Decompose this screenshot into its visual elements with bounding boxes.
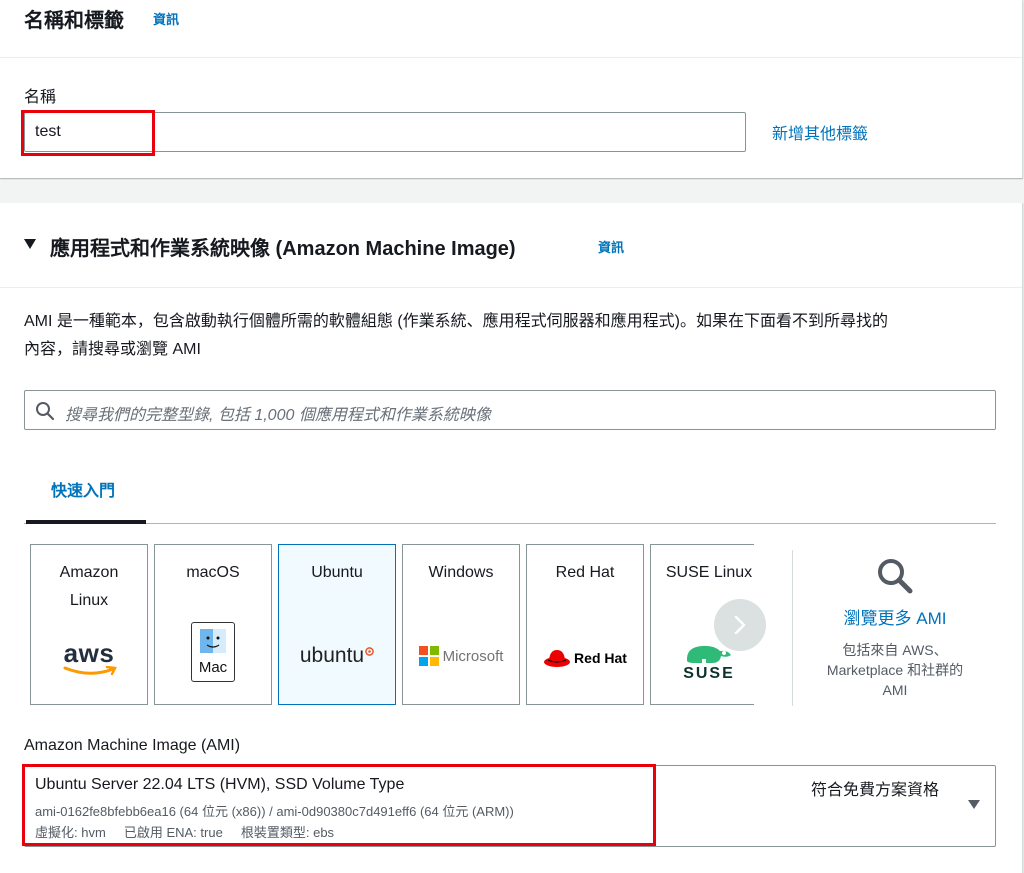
ami-tabs: 快速入門: [24, 443, 996, 524]
name-tags-header: 名稱和標籤 資訊: [0, 0, 1022, 58]
name-input-value: test: [35, 123, 61, 140]
ami-selected-meta: 虛擬化: hvm 已啟用 ENA: true 根裝置類型: ebs: [35, 825, 335, 840]
ami-description: AMI 是一種範本，包含啟動執行個體所需的軟體組態 (作業系統、應用程式伺服器和…: [24, 308, 888, 364]
mac-finder-icon: Mac: [155, 622, 271, 682]
ami-select-label: Amazon Machine Image (AMI): [24, 737, 241, 754]
ami-select-dropdown[interactable]: Ubuntu Server 22.04 LTS (HVM), SSD Volum…: [24, 765, 996, 847]
name-tags-title: 名稱和標籤: [24, 10, 124, 32]
ami-description-line2: 內容，請搜尋或瀏覽 AMI: [24, 341, 201, 358]
chevron-right-icon: [734, 615, 746, 635]
tab-quick-start-label: 快速入門: [51, 483, 116, 500]
os-tile-macos[interactable]: macOS Mac: [154, 544, 272, 705]
os-tile-label: Ubuntu: [311, 564, 363, 581]
os-tile-windows[interactable]: Windows Microsoft: [402, 544, 520, 705]
os-tile-label: Windows: [428, 564, 494, 581]
microsoft-logo-icon: Microsoft: [403, 631, 519, 681]
os-tile-ubuntu[interactable]: Ubuntu ubuntu: [278, 544, 396, 705]
redhat-logo-icon: Red Hat: [527, 633, 643, 683]
ami-selected-ids: ami-0162fe8bfebb6ea16 (64 位元 (x86)) / am…: [35, 804, 514, 819]
os-tile-amazon-linux[interactable]: Amazon Linux aws: [30, 544, 148, 705]
tab-quick-start[interactable]: 快速入門: [26, 443, 146, 524]
os-tile-red-hat[interactable]: Red Hat Red Hat: [526, 544, 644, 705]
name-input[interactable]: test: [24, 112, 746, 152]
carousel-next-button[interactable]: [714, 599, 766, 651]
name-tags-panel: 名稱和標籤 資訊 名稱 test 新增其他標籤: [0, 0, 1023, 178]
aws-logo-icon: aws: [31, 633, 147, 683]
ubuntu-logo-icon: ubuntu: [279, 631, 395, 681]
add-additional-tags-link[interactable]: 新增其他標籤: [772, 120, 868, 144]
ami-selected-title: Ubuntu Server 22.04 LTS (HVM), SSD Volum…: [35, 776, 405, 793]
ami-header[interactable]: 應用程式和作業系統映像 (Amazon Machine Image) 資訊: [0, 203, 1022, 288]
ami-title: 應用程式和作業系統映像 (Amazon Machine Image): [50, 238, 516, 260]
magnifier-icon: [878, 559, 913, 594]
search-icon: [36, 402, 55, 421]
ami-info-link[interactable]: 資訊: [598, 237, 624, 256]
ami-description-line1: AMI 是一種範本，包含啟動執行個體所需的軟體組態 (作業系統、應用程式伺服器和…: [24, 313, 888, 330]
ami-search-placeholder: 搜尋我們的完整型錄, 包括 1,000 個應用程式和作業系統映像: [65, 407, 491, 424]
name-field-label: 名稱: [24, 89, 57, 106]
browse-more-amis-link[interactable]: 瀏覽更多 AMI: [800, 604, 990, 629]
browse-more-amis[interactable]: 瀏覽更多 AMI 包括來自 AWS、 Marketplace 和社群的 AMI: [800, 548, 990, 708]
name-tags-info-link[interactable]: 資訊: [153, 9, 179, 28]
browse-more-description: 包括來自 AWS、 Marketplace 和社群的 AMI: [826, 642, 964, 698]
ami-search-input[interactable]: 搜尋我們的完整型錄, 包括 1,000 個應用程式和作業系統映像: [24, 390, 996, 430]
free-tier-eligible-badge: 符合免費方案資格: [811, 782, 940, 799]
os-tile-label: Amazon Linux: [59, 564, 119, 609]
os-tile-label: Red Hat: [555, 564, 615, 581]
os-tile-label: macOS: [186, 564, 240, 581]
os-tile-label: SUSE Linux: [665, 564, 753, 581]
collapse-caret-icon[interactable]: [23, 238, 37, 250]
tiles-divider: [792, 550, 793, 706]
caret-down-icon: [968, 800, 980, 809]
